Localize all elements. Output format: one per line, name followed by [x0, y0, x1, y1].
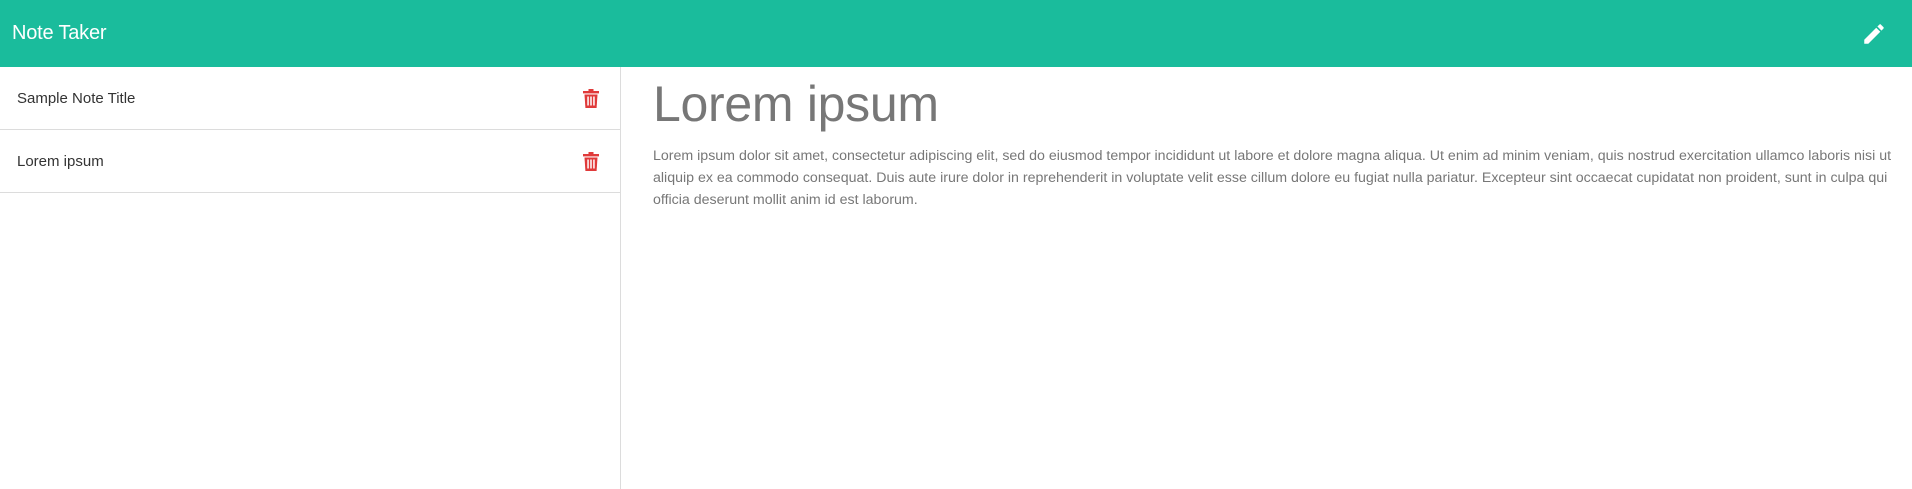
note-body-text[interactable]: Lorem ipsum dolor sit amet, consectetur …	[653, 145, 1893, 211]
delete-note-button[interactable]	[580, 86, 602, 110]
note-title-heading[interactable]: Lorem ipsum	[653, 77, 1893, 132]
note-item-title: Sample Note Title	[17, 89, 136, 107]
trash-icon	[583, 88, 599, 108]
note-view: Lorem ipsum Lorem ipsum dolor sit amet, …	[622, 67, 1912, 489]
pencil-icon	[1864, 23, 1884, 44]
trash-icon	[583, 151, 599, 171]
navbar: Note Taker	[0, 0, 1912, 67]
notes-sidebar: Sample Note Title Lorem ipsum	[0, 67, 621, 489]
new-note-button[interactable]	[1856, 16, 1892, 52]
brand-title[interactable]: Note Taker	[12, 22, 107, 45]
note-item-title: Lorem ipsum	[17, 152, 104, 170]
note-list-item[interactable]: Lorem ipsum	[0, 130, 620, 193]
note-list: Sample Note Title Lorem ipsum	[0, 67, 620, 193]
note-list-item[interactable]: Sample Note Title	[0, 67, 620, 130]
delete-note-button[interactable]	[580, 149, 602, 173]
